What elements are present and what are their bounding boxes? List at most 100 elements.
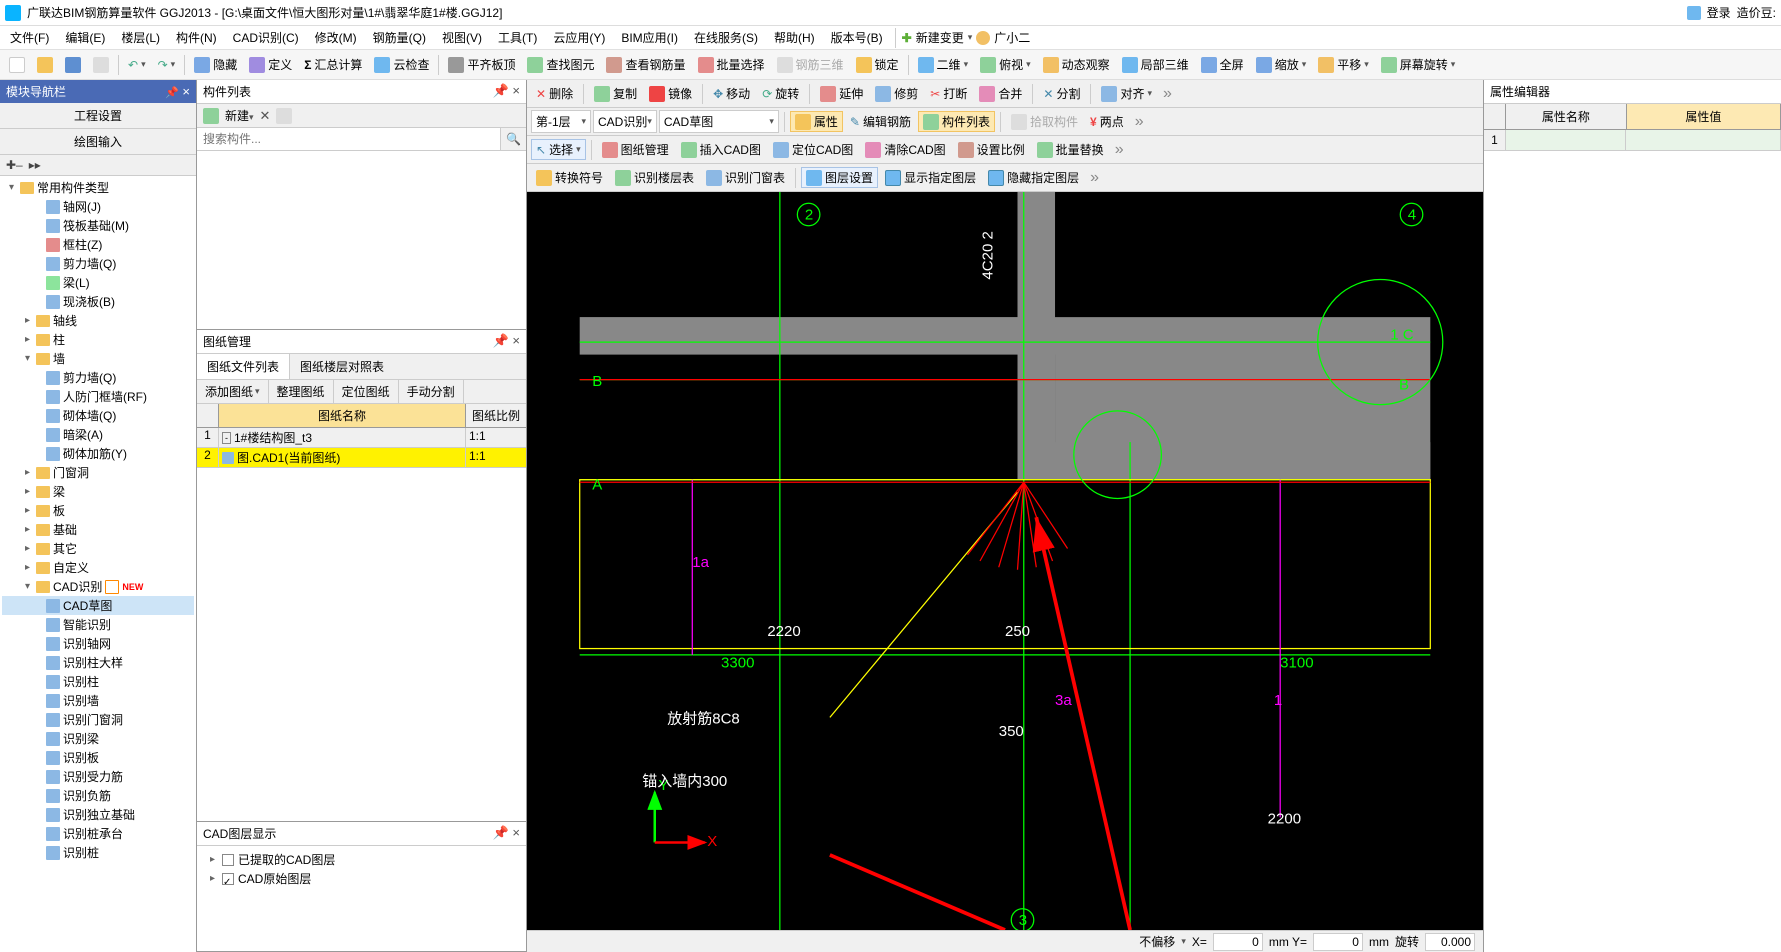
col-prop-name[interactable]: 属性名称 bbox=[1506, 104, 1627, 129]
delete-button[interactable]: ✕删除 bbox=[531, 83, 578, 104]
pick-button[interactable]: 拾取构件 bbox=[1006, 111, 1083, 132]
bird-view-button[interactable]: 俯视▾ bbox=[975, 54, 1036, 75]
trim-button[interactable]: 修剪 bbox=[870, 83, 923, 104]
cad-rec-select[interactable]: CAD识别▾ bbox=[593, 110, 657, 133]
new-component-button[interactable]: 新建▾ bbox=[225, 107, 254, 124]
menu-cad[interactable]: CAD识别(C) bbox=[227, 27, 305, 48]
undo-button[interactable]: ↶▾ bbox=[123, 56, 151, 74]
menu-online[interactable]: 在线服务(S) bbox=[688, 27, 764, 48]
cad-draft-select[interactable]: CAD草图▾ bbox=[659, 110, 779, 133]
manual-split-button[interactable]: 手动分割 bbox=[399, 380, 464, 403]
align-button[interactable]: 对齐▾ bbox=[1096, 83, 1157, 104]
hide-layer-button[interactable]: 隐藏指定图层 bbox=[983, 167, 1084, 188]
move-button[interactable]: ✥移动 bbox=[708, 83, 755, 104]
overflow-icon[interactable]: » bbox=[1086, 169, 1103, 187]
layer-extracted[interactable]: ▸已提取的CAD图层 bbox=[201, 850, 522, 869]
new-change-button[interactable]: 新建变更 bbox=[916, 29, 964, 46]
find-elem-button[interactable]: 查找图元 bbox=[522, 54, 599, 75]
login-avatar-icon[interactable] bbox=[1687, 6, 1701, 20]
mirror-button[interactable]: 镜像 bbox=[644, 83, 697, 104]
pin-icon[interactable]: 📌 bbox=[493, 825, 509, 840]
local-3d-button[interactable]: 局部三维 bbox=[1117, 54, 1194, 75]
menu-floor[interactable]: 楼层(L) bbox=[115, 27, 166, 48]
clear-cad-button[interactable]: 清除CAD图 bbox=[860, 139, 950, 160]
tree-cad-draft[interactable]: CAD草图 bbox=[2, 596, 194, 615]
edit-rebar-button[interactable]: ✎编辑钢筋 bbox=[845, 111, 916, 132]
rebar-3d-button[interactable]: 钢筋三维 bbox=[772, 54, 849, 75]
show-layer-button[interactable]: 显示指定图层 bbox=[880, 167, 981, 188]
expand-all-icon[interactable]: ✚‒ bbox=[6, 158, 23, 172]
drawing-row-2[interactable]: 2 图.CAD1(当前图纸) 1:1 bbox=[197, 448, 526, 468]
merge-button[interactable]: 合并 bbox=[974, 83, 1027, 104]
2d-button[interactable]: 二维▾ bbox=[913, 54, 974, 75]
back-icon[interactable] bbox=[203, 108, 219, 124]
screen-rotate-button[interactable]: 屏幕旋转▾ bbox=[1376, 54, 1461, 75]
search-input[interactable] bbox=[197, 128, 500, 150]
extend-button[interactable]: 延伸 bbox=[815, 83, 868, 104]
fullscreen-button[interactable]: 全屏 bbox=[1196, 54, 1249, 75]
user-avatar-icon[interactable] bbox=[976, 31, 990, 45]
menu-rebar[interactable]: 钢筋量(Q) bbox=[367, 27, 432, 48]
convert-symbol-button[interactable]: 转换符号 bbox=[531, 167, 608, 188]
open-button[interactable] bbox=[32, 55, 58, 75]
view-rebar-button[interactable]: 查看钢筋量 bbox=[601, 54, 690, 75]
col-drawing-name[interactable]: 图纸名称 bbox=[219, 404, 466, 427]
save-button[interactable] bbox=[60, 55, 86, 75]
close-icon[interactable]: × bbox=[512, 333, 520, 348]
menu-modify[interactable]: 修改(M) bbox=[309, 27, 363, 48]
add-drawing-button[interactable]: 添加图纸▾ bbox=[197, 380, 269, 403]
component-tree[interactable]: ▾常用构件类型 轴网(J) 筏板基础(M) 框柱(Z) 剪力墙(Q) 梁(L) … bbox=[0, 176, 196, 952]
drawing-canvas[interactable]: 2 4 3 Y X 1a 3 bbox=[527, 192, 1483, 930]
component-list-button[interactable]: 构件列表 bbox=[918, 111, 995, 132]
delete-icon[interactable]: ✕ bbox=[260, 108, 271, 124]
split-button[interactable]: ✕分割 bbox=[1038, 83, 1085, 104]
close-icon[interactable]: × bbox=[512, 83, 520, 98]
menu-version[interactable]: 版本号(B) bbox=[825, 27, 889, 48]
recognize-door-button[interactable]: 识别门窗表 bbox=[701, 167, 790, 188]
insert-cad-button[interactable]: 插入CAD图 bbox=[676, 139, 766, 160]
menu-edit[interactable]: 编辑(E) bbox=[59, 27, 111, 48]
close-button[interactable] bbox=[88, 55, 114, 75]
overflow-icon[interactable]: » bbox=[1131, 113, 1148, 131]
locate-cad-button[interactable]: 定位CAD图 bbox=[768, 139, 858, 160]
zoom-button[interactable]: 缩放▾ bbox=[1251, 54, 1312, 75]
tab-drawing-files[interactable]: 图纸文件列表 bbox=[197, 354, 290, 379]
batch-select-button[interactable]: 批量选择 bbox=[693, 54, 770, 75]
batch-replace-button[interactable]: 批量替换 bbox=[1032, 139, 1109, 160]
cloud-check-button[interactable]: 云检查 bbox=[369, 54, 434, 75]
lock-button[interactable]: 锁定 bbox=[851, 54, 904, 75]
overflow-icon[interactable]: » bbox=[1111, 141, 1128, 159]
close-panel-icon[interactable]: × bbox=[182, 84, 190, 99]
hide-button[interactable]: 隐藏 bbox=[189, 54, 242, 75]
layer-settings-button[interactable]: 图层设置 bbox=[801, 167, 878, 188]
search-icon[interactable]: 🔍 bbox=[500, 128, 526, 150]
user-name[interactable]: 广小二 bbox=[994, 29, 1030, 46]
pin-icon[interactable]: 📌 bbox=[493, 333, 509, 348]
properties-button[interactable]: 属性 bbox=[790, 111, 843, 132]
menu-file[interactable]: 文件(F) bbox=[4, 27, 55, 48]
define-button[interactable]: 定义 bbox=[244, 54, 297, 75]
drawing-mgr-button[interactable]: 图纸管理 bbox=[597, 139, 674, 160]
menu-help[interactable]: 帮助(H) bbox=[768, 27, 821, 48]
rotate-button[interactable]: ⟳旋转 bbox=[757, 83, 804, 104]
layer-original[interactable]: ▸CAD原始图层 bbox=[201, 869, 522, 888]
tab-project-settings[interactable]: 工程设置 bbox=[0, 103, 196, 129]
menu-component[interactable]: 构件(N) bbox=[170, 27, 223, 48]
redo-button[interactable]: ↷▾ bbox=[153, 56, 181, 74]
recognize-floor-button[interactable]: 识别楼层表 bbox=[610, 167, 699, 188]
overflow-icon[interactable]: » bbox=[1159, 85, 1176, 103]
menu-view[interactable]: 视图(V) bbox=[436, 27, 488, 48]
y-input[interactable] bbox=[1313, 933, 1363, 951]
select-button[interactable]: ↖选择▾ bbox=[531, 139, 586, 160]
pin-icon[interactable]: 📌 bbox=[165, 87, 179, 99]
sum-calc-button[interactable]: Σ汇总计算 bbox=[299, 54, 367, 75]
break-button[interactable]: ✂打断 bbox=[925, 83, 972, 104]
angle-input[interactable] bbox=[1425, 933, 1475, 951]
drawing-row-1[interactable]: 1 -1#楼结构图_t3 1:1 bbox=[197, 428, 526, 448]
tab-drawing-floor-map[interactable]: 图纸楼层对照表 bbox=[290, 354, 394, 379]
menu-bim[interactable]: BIM应用(I) bbox=[615, 27, 684, 48]
pan-button[interactable]: 平移▾ bbox=[1313, 54, 1374, 75]
pin-icon[interactable]: 📌 bbox=[493, 83, 509, 98]
set-scale-button[interactable]: 设置比例 bbox=[953, 139, 1030, 160]
login-link[interactable]: 登录 bbox=[1707, 4, 1731, 21]
